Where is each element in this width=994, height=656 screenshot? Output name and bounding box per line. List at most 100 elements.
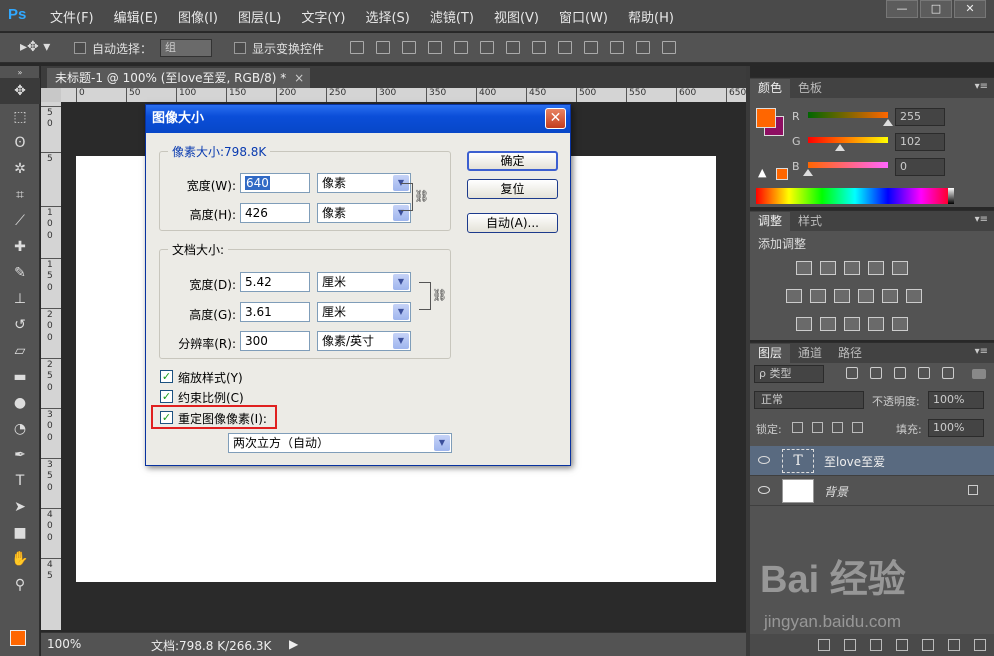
horizontal-ruler[interactable]: 0 50 100 150 200 250 300 350 400 450 500… (61, 88, 746, 102)
tab-styles[interactable]: 样式 (790, 212, 830, 231)
move-tool-icon[interactable]: ✥ (0, 78, 40, 104)
menu-view[interactable]: 视图(V) (484, 7, 549, 26)
tab-layers[interactable]: 图层 (750, 344, 791, 363)
brush-tool-icon[interactable]: ✎ (0, 260, 40, 286)
gamut-warning-icon[interactable]: ▲ (758, 166, 766, 179)
gradient-tool-icon[interactable]: ▬ (0, 364, 40, 390)
lasso-tool-icon[interactable]: ʘ (0, 130, 40, 156)
align-top-icon[interactable] (350, 41, 364, 54)
foreground-swatch[interactable] (756, 108, 776, 128)
clone-stamp-tool-icon[interactable]: ⊥ (0, 286, 40, 312)
rectangle-tool-icon[interactable]: ■ (0, 520, 40, 546)
move-tool-preset-icon[interactable]: ▸✥ ▾ (20, 39, 50, 55)
tab-paths[interactable]: 路径 (830, 344, 870, 363)
dialog-title-bar[interactable]: 图像大小 ✕ (146, 105, 570, 133)
doc-height-input[interactable]: 3.61 (240, 302, 310, 322)
red-slider-thumb[interactable] (883, 119, 893, 126)
distribute-left-icon[interactable] (584, 41, 598, 54)
lock-all-icon[interactable] (852, 422, 863, 433)
channel-mixer-icon[interactable] (882, 289, 898, 303)
curves-icon[interactable] (844, 261, 860, 275)
green-slider-thumb[interactable] (835, 144, 845, 151)
red-slider[interactable] (808, 112, 888, 118)
close-window-button[interactable]: ✕ (954, 0, 986, 18)
color-lookup-icon[interactable] (906, 289, 922, 303)
green-slider[interactable] (808, 137, 888, 143)
show-transform-checkbox[interactable] (234, 42, 246, 54)
blue-slider[interactable] (808, 162, 888, 168)
align-bottom-icon[interactable] (402, 41, 416, 54)
new-group-icon[interactable] (922, 639, 934, 651)
exposure-icon[interactable] (868, 261, 884, 275)
layer-row-text[interactable]: T 至love至爱 (750, 446, 994, 476)
threshold-icon[interactable] (844, 317, 860, 331)
tab-channels[interactable]: 通道 (790, 344, 830, 363)
levels-icon[interactable] (820, 261, 836, 275)
layer-style-icon[interactable] (844, 639, 856, 651)
new-layer-icon[interactable] (948, 639, 960, 651)
doc-width-input[interactable]: 5.42 (240, 272, 310, 292)
fill-input[interactable]: 100% (928, 419, 984, 437)
menu-type[interactable]: 文字(Y) (291, 7, 355, 26)
distribute-bottom-icon[interactable] (558, 41, 572, 54)
gamut-color-swatch[interactable] (776, 168, 788, 180)
eye-icon[interactable] (758, 486, 770, 494)
filter-adjustment-icon[interactable] (870, 367, 882, 379)
red-value[interactable]: 255 (895, 108, 945, 126)
panel-menu-icon[interactable]: ▾≡ (975, 81, 988, 92)
path-selection-tool-icon[interactable]: ➤ (0, 494, 40, 520)
menu-select[interactable]: 选择(S) (355, 7, 419, 26)
eraser-tool-icon[interactable]: ▱ (0, 338, 40, 364)
tab-swatches[interactable]: 色板 (790, 79, 830, 98)
distribute-vcenter-icon[interactable] (532, 41, 546, 54)
status-menu-arrow-icon[interactable]: ▶ (289, 637, 298, 651)
filter-pixel-icon[interactable] (846, 367, 858, 379)
layer-name[interactable]: 背景 (824, 483, 848, 500)
lock-position-icon[interactable] (832, 422, 843, 433)
distribute-hcenter-icon[interactable] (610, 41, 624, 54)
black-white-icon[interactable] (834, 289, 850, 303)
pixel-height-unit-select[interactable]: 像素 ▼ (317, 203, 411, 223)
blend-mode-dropdown[interactable]: 正常 (754, 391, 864, 409)
blur-tool-icon[interactable]: ● (0, 390, 40, 416)
opacity-input[interactable]: 100% (928, 391, 984, 409)
black-white-ramp[interactable] (948, 188, 954, 204)
gradient-map-icon[interactable] (892, 317, 908, 331)
filter-toggle[interactable] (972, 369, 986, 379)
photo-filter-icon[interactable] (858, 289, 874, 303)
zoom-tool-icon[interactable]: ⚲ (0, 572, 40, 598)
pixel-height-input[interactable]: 426 (240, 203, 310, 223)
constrain-proportions-label[interactable]: 约束比例(C) (178, 389, 244, 406)
menu-filter[interactable]: 滤镜(T) (420, 7, 484, 26)
auto-select-checkbox[interactable] (74, 42, 86, 54)
dialog-close-button[interactable]: ✕ (545, 108, 566, 129)
menu-help[interactable]: 帮助(H) (618, 7, 684, 26)
blue-slider-thumb[interactable] (803, 169, 813, 176)
ruler-origin[interactable] (41, 88, 61, 102)
history-brush-tool-icon[interactable]: ↺ (0, 312, 40, 338)
auto-align-icon[interactable] (662, 41, 676, 54)
panel-menu-icon[interactable]: ▾≡ (975, 214, 988, 225)
hand-tool-icon[interactable]: ✋ (0, 546, 40, 572)
tab-adjustments[interactable]: 调整 (750, 212, 791, 231)
distribute-right-icon[interactable] (636, 41, 650, 54)
color-balance-icon[interactable] (810, 289, 826, 303)
doc-width-unit-select[interactable]: 厘米 ▼ (317, 272, 411, 292)
selective-color-icon[interactable] (868, 317, 884, 331)
marquee-tool-icon[interactable]: ⬚ (0, 104, 40, 130)
toolbar-collapse-icon[interactable]: » (0, 66, 40, 78)
distribute-top-icon[interactable] (506, 41, 520, 54)
delete-layer-icon[interactable] (974, 639, 986, 651)
magic-wand-tool-icon[interactable]: ✲ (0, 156, 40, 182)
pen-tool-icon[interactable]: ✒ (0, 442, 40, 468)
foreground-color-swatch[interactable] (10, 630, 26, 646)
lock-pixels-icon[interactable] (812, 422, 823, 433)
align-vcenter-icon[interactable] (376, 41, 390, 54)
interpolation-select[interactable]: 两次立方（自动） ▼ (228, 433, 452, 453)
green-value[interactable]: 102 (895, 133, 945, 151)
blue-value[interactable]: 0 (895, 158, 945, 176)
auto-select-dropdown[interactable]: 组 (160, 39, 212, 57)
menu-file[interactable]: 文件(F) (40, 7, 104, 26)
color-spectrum[interactable] (756, 188, 954, 204)
resolution-unit-select[interactable]: 像素/英寸 ▼ (317, 331, 411, 351)
